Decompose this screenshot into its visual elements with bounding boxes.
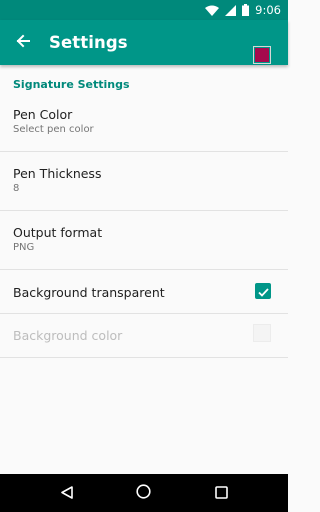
- section-header: Signature Settings: [13, 78, 130, 91]
- pref-pen-thickness[interactable]: Pen Thickness 8: [0, 152, 288, 211]
- pref-title: Output format: [13, 225, 103, 240]
- back-triangle-icon: [60, 484, 73, 503]
- signal-icon: [225, 4, 237, 16]
- arrow-back-icon: [16, 33, 30, 52]
- nav-recents-button[interactable]: [201, 474, 241, 512]
- pref-title: Pen Thickness: [13, 166, 102, 181]
- pref-summary: PNG: [13, 242, 35, 253]
- home-circle-icon: [136, 483, 152, 503]
- pref-summary: 8: [13, 183, 20, 194]
- pref-output-format[interactable]: Output format PNG: [0, 211, 288, 270]
- pref-title: Background transparent: [13, 285, 165, 300]
- check-icon: [257, 282, 269, 301]
- status-bar: 9:06: [0, 0, 288, 20]
- back-button[interactable]: [2, 20, 44, 65]
- pref-background-color: Background color: [0, 314, 288, 358]
- battery-icon: [242, 4, 250, 16]
- nav-home-button[interactable]: [124, 474, 164, 512]
- background-color-swatch: [253, 324, 271, 342]
- pref-title: Background color: [13, 328, 123, 343]
- navigation-bar: [0, 474, 288, 512]
- recents-square-icon: [215, 484, 228, 503]
- pen-color-swatch[interactable]: [253, 46, 271, 64]
- background-transparent-checkbox[interactable]: [255, 283, 271, 299]
- pref-summary: Select pen color: [13, 124, 94, 135]
- pref-background-transparent[interactable]: Background transparent: [0, 270, 288, 314]
- pref-title: Pen Color: [13, 107, 73, 122]
- status-time: 9:06: [255, 3, 281, 17]
- settings-list: Signature Settings Pen Color Select pen …: [0, 65, 288, 358]
- nav-back-button[interactable]: [47, 474, 87, 512]
- wifi-icon: [205, 5, 220, 16]
- app-bar: Settings: [0, 20, 288, 65]
- pen-color-fill: [255, 48, 269, 62]
- page-title: Settings: [49, 33, 128, 52]
- pref-pen-color[interactable]: Pen Color Select pen color: [0, 106, 288, 152]
